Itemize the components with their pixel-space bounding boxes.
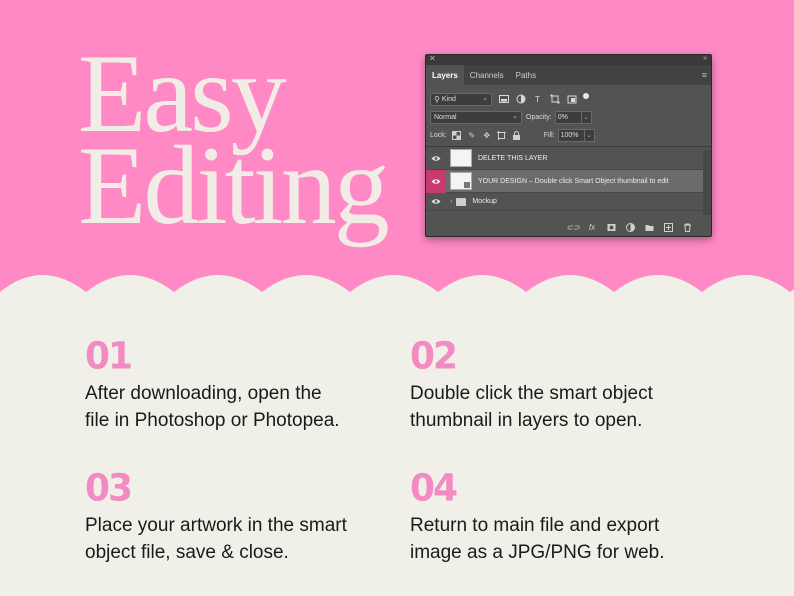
layer-name: Mockup	[472, 198, 497, 205]
filter-kind-select[interactable]: ⚲ Kind ⌄	[430, 92, 492, 106]
opacity-input[interactable]: 0%	[554, 110, 582, 124]
adjustment-filter-icon[interactable]	[515, 94, 526, 105]
fill-label: Fill:	[543, 131, 555, 139]
fx-icon[interactable]: fx	[586, 222, 598, 234]
adjustment-icon[interactable]	[624, 222, 636, 234]
panel-tabs: Layers Channels Paths ≡	[426, 65, 711, 85]
chevron-down-icon: ⌄	[512, 112, 518, 120]
trash-icon[interactable]	[681, 222, 693, 234]
visibility-eye-icon[interactable]	[426, 169, 446, 193]
step-line: Place your artwork in the smart	[85, 515, 347, 536]
step-number: 04	[410, 466, 458, 510]
layer-thumbnail[interactable]	[450, 149, 472, 167]
step-number: 02	[410, 334, 458, 378]
blend-row: Normal ⌄ Opacity: 0% ⌄	[426, 108, 711, 126]
step-description: Place your artwork in the smart object f…	[85, 512, 347, 566]
opacity-label: Opacity:	[526, 113, 552, 121]
chevron-down-icon: ⌄	[482, 94, 488, 102]
visibility-eye-icon[interactable]	[426, 147, 446, 170]
step-description: Double click the smart object thumbnail …	[410, 380, 653, 434]
folder-icon	[456, 197, 467, 206]
shape-filter-icon[interactable]	[549, 94, 560, 105]
panel-bottom-bar: ⊂⊃ fx	[426, 219, 711, 236]
step-01: 01 After downloading, open the file in P…	[85, 334, 340, 434]
step-line: object file, save & close.	[85, 542, 289, 563]
filter-toggle-icon[interactable]	[583, 93, 589, 99]
layer-row-mockup[interactable]: › Mockup	[426, 193, 711, 211]
lock-artboard-icon[interactable]	[497, 130, 507, 140]
layers-scrollbar[interactable]	[703, 150, 711, 215]
step-line: file in Photoshop or Photopea.	[85, 410, 340, 431]
scalloped-edge	[0, 270, 794, 310]
layer-row-delete[interactable]: DELETE THIS LAYER	[426, 147, 711, 170]
step-description: After downloading, open the file in Phot…	[85, 380, 340, 434]
tab-paths[interactable]: Paths	[510, 65, 542, 85]
layer-name: YOUR DESIGN – Double click Smart Object …	[478, 177, 669, 185]
step-02: 02 Double click the smart object thumbna…	[410, 334, 653, 434]
step-line: Return to main file and export	[410, 515, 660, 536]
layers-panel: ✕ » Layers Channels Paths ≡ ⚲ Kind ⌄ T N…	[425, 54, 712, 237]
lock-transparent-icon[interactable]	[452, 130, 462, 140]
new-layer-icon[interactable]	[662, 222, 674, 234]
step-line: Double click the smart object	[410, 383, 653, 404]
image-filter-icon[interactable]	[498, 94, 509, 105]
lock-all-icon[interactable]	[512, 130, 522, 140]
filter-row: ⚲ Kind ⌄ T	[426, 90, 711, 108]
blend-mode-select[interactable]: Normal ⌄	[430, 110, 522, 124]
panel-titlebar: ✕ »	[426, 55, 711, 65]
type-filter-icon[interactable]: T	[532, 94, 543, 105]
link-icon[interactable]: ⊂⊃	[566, 222, 579, 234]
folder-icon[interactable]	[643, 222, 655, 234]
filter-kind-label: Kind	[441, 95, 456, 103]
smart-object-filter-icon[interactable]	[566, 94, 577, 105]
opacity-dropdown-icon[interactable]: ⌄	[581, 110, 592, 124]
fill-input[interactable]: 100%	[557, 128, 585, 142]
chevron-right-icon[interactable]: ›	[450, 198, 452, 205]
lock-label: Lock:	[430, 131, 447, 139]
step-line: After downloading, open the	[85, 383, 322, 404]
step-description: Return to main file and export image as …	[410, 512, 665, 566]
search-icon: ⚲	[434, 94, 440, 104]
panel-menu-icon[interactable]: ≡	[702, 70, 707, 80]
tab-channels[interactable]: Channels	[464, 65, 510, 85]
layer-name: DELETE THIS LAYER	[478, 154, 548, 162]
mask-icon[interactable]	[605, 222, 617, 234]
lock-row: Lock: ✎ ✥ Fill: 100% ⌄	[426, 126, 711, 144]
collapse-icon[interactable]: »	[703, 55, 707, 64]
step-number: 03	[85, 466, 133, 510]
lock-position-icon[interactable]: ✥	[482, 130, 492, 140]
blend-mode-value: Normal	[434, 113, 457, 121]
step-line: image as a JPG/PNG for web.	[410, 542, 665, 563]
headline-editing: Editing	[78, 124, 390, 248]
scallop-cream-wave	[0, 275, 794, 310]
fill-dropdown-icon[interactable]: ⌄	[584, 128, 595, 142]
lock-image-icon[interactable]: ✎	[467, 130, 477, 140]
step-line: thumbnail in layers to open.	[410, 410, 643, 431]
visibility-eye-icon[interactable]	[426, 193, 446, 211]
step-04: 04 Return to main file and export image …	[410, 466, 665, 566]
smart-object-thumbnail[interactable]	[450, 172, 472, 190]
close-icon[interactable]: ✕	[429, 55, 436, 64]
layer-row-your-design[interactable]: YOUR DESIGN – Double click Smart Object …	[426, 169, 711, 193]
step-03: 03 Place your artwork in the smart objec…	[85, 466, 347, 566]
step-number: 01	[85, 334, 133, 378]
layers-list: DELETE THIS LAYER YOUR DESIGN – Double c…	[426, 146, 711, 211]
tab-layers[interactable]: Layers	[426, 65, 464, 85]
smart-object-badge-icon	[464, 182, 470, 188]
